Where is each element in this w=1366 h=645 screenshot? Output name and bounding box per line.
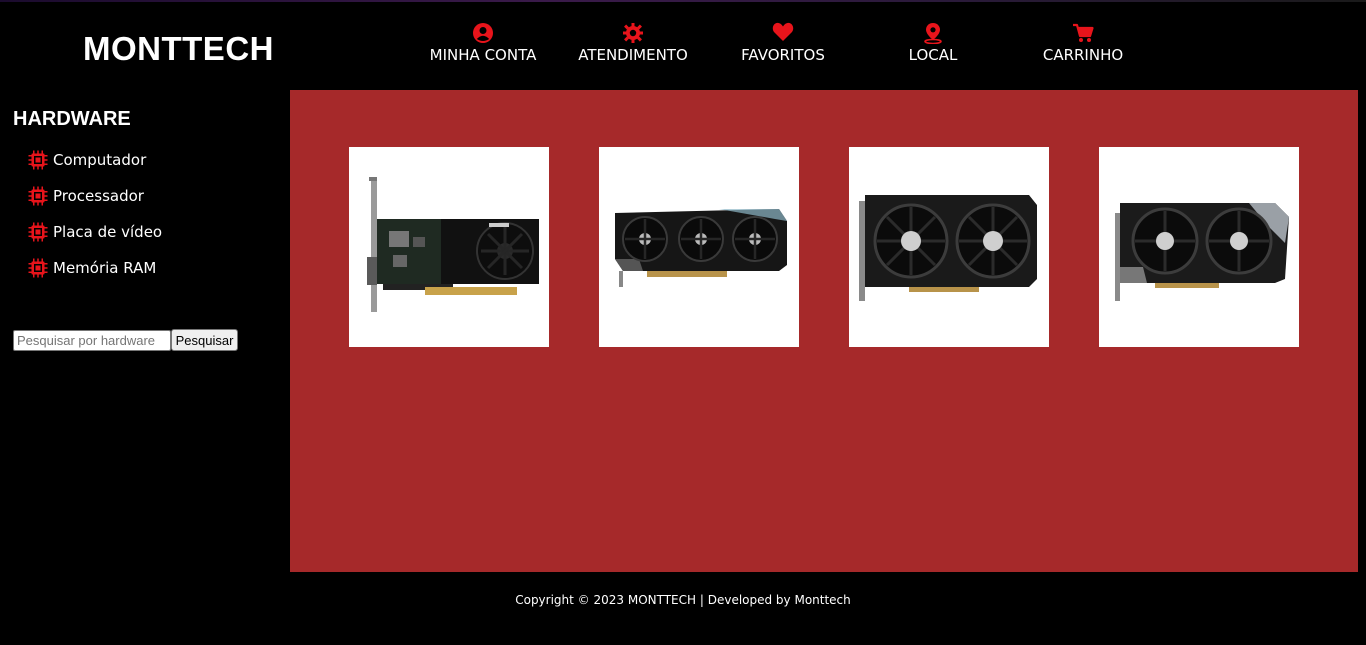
support-gear-icon xyxy=(558,22,708,44)
sidebar-item-computador[interactable]: Computador xyxy=(28,149,146,171)
product-card[interactable] xyxy=(849,147,1049,347)
product-showcase xyxy=(290,90,1358,572)
product-card[interactable] xyxy=(349,147,549,347)
nav-favoritos[interactable]: FAVORITOS xyxy=(708,22,858,64)
brand-logo[interactable]: MONTTECH xyxy=(83,30,274,68)
graphics-card-image xyxy=(615,209,787,287)
graphics-card-image xyxy=(1115,203,1289,301)
user-circle-icon xyxy=(408,22,558,44)
search-button[interactable]: Pesquisar xyxy=(171,329,238,351)
nav-carrinho[interactable]: CARRINHO xyxy=(1008,22,1158,64)
nav-label: FAVORITOS xyxy=(741,46,825,64)
sidebar-item-label: Memória RAM xyxy=(53,259,157,277)
sidebar-item-placa-de-video[interactable]: Placa de vídeo xyxy=(28,221,162,243)
graphics-card-image xyxy=(859,195,1037,301)
graphics-card-image xyxy=(367,177,539,312)
nav-label: ATENDIMENTO xyxy=(578,46,688,64)
sidebar-item-label: Processador xyxy=(53,187,144,205)
product-card[interactable] xyxy=(599,147,799,347)
nav-atendimento[interactable]: ATENDIMENTO xyxy=(558,22,708,64)
footer-copyright: Copyright © 2023 MONTTECH | Developed by… xyxy=(515,593,851,607)
sidebar-title: HARDWARE xyxy=(13,108,131,130)
nav-local[interactable]: LOCAL xyxy=(858,22,1008,64)
search-input[interactable] xyxy=(13,330,171,351)
nav-label: MINHA CONTA xyxy=(429,46,537,64)
nav-label: LOCAL xyxy=(908,46,958,64)
sidebar-item-label: Computador xyxy=(53,151,147,169)
sidebar-item-memoria-ram[interactable]: Memória RAM xyxy=(28,257,156,279)
nav-minha-conta[interactable]: MINHA CONTA xyxy=(408,22,558,64)
heart-icon xyxy=(708,22,858,44)
chip-icon xyxy=(28,150,48,170)
cart-icon xyxy=(1008,22,1158,44)
location-pin-icon xyxy=(858,22,1008,44)
sidebar-item-processador[interactable]: Processador xyxy=(28,185,144,207)
footer: Copyright © 2023 MONTTECH | Developed by… xyxy=(0,593,1366,607)
nav-label: CARRINHO xyxy=(1042,46,1124,64)
product-card[interactable] xyxy=(1099,147,1299,347)
chip-icon xyxy=(28,222,48,242)
chip-icon xyxy=(28,186,48,206)
sidebar-item-label: Placa de vídeo xyxy=(53,223,163,241)
chip-icon xyxy=(28,258,48,278)
top-gradient-line xyxy=(0,0,1366,2)
